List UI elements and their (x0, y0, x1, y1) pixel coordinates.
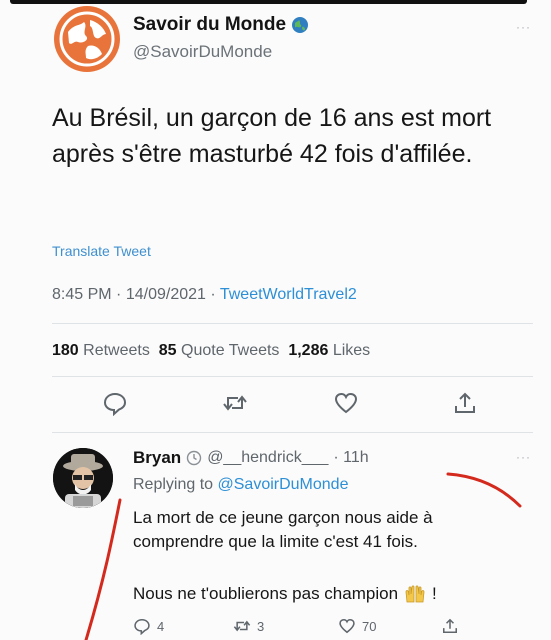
reply-retweet-action[interactable]: 3 (233, 617, 264, 635)
avatar[interactable] (53, 448, 113, 508)
tweet-author[interactable]: Savoir du Monde @SavoirDuMonde (133, 14, 309, 62)
like-icon[interactable] (333, 390, 359, 416)
reply-author-name[interactable]: Bryan (133, 448, 181, 468)
screenshot-frame: Savoir du Monde @SavoirDuMonde ··· Au Br… (0, 0, 551, 640)
meta-separator: · (116, 286, 126, 303)
main-tweet: Savoir du Monde @SavoirDuMonde ··· Au Br… (0, 0, 551, 440)
tweet-actions (0, 390, 551, 416)
share-icon[interactable] (452, 390, 478, 416)
replying-to: Replying to @SavoirDuMonde (133, 476, 348, 494)
translate-tweet-link[interactable]: Translate Tweet (52, 243, 151, 259)
tweet-stats: 180 Retweets 85 Quote Tweets 1,286 Likes (52, 342, 370, 360)
quotes-label[interactable]: Quote Tweets (181, 342, 279, 359)
reply-like-action[interactable]: 70 (338, 617, 376, 635)
author-handle: @SavoirDuMonde (133, 42, 273, 61)
reply-actions: 4 3 70 (133, 617, 463, 639)
tweet-source-link[interactable]: TweetWorldTravel2 (220, 286, 357, 303)
author-name-row: Savoir du Monde (133, 14, 309, 36)
tweet-date: 14/09/2021 (125, 286, 206, 303)
like-icon[interactable] (338, 617, 356, 635)
reply-icon[interactable] (102, 390, 128, 416)
replying-prefix: Replying to (133, 476, 214, 493)
reply-tweet: Bryan @__hendrick___ · 11h ··· Replying … (0, 440, 551, 640)
retweets-count[interactable]: 180 (52, 342, 79, 359)
retweet-icon[interactable] (233, 617, 251, 635)
reply-exclaim: ! (432, 584, 437, 603)
verified-globe-icon (292, 17, 309, 33)
divider (52, 432, 533, 433)
reply-share-action[interactable] (441, 617, 459, 635)
reply-text-line2-row: Nous ne t'oublierons pas champion ! (133, 584, 437, 604)
reply-icon[interactable] (133, 617, 151, 635)
likes-count[interactable]: 1,286 (288, 342, 328, 359)
reply-time: · 11h (333, 449, 369, 466)
retweet-count: 3 (257, 618, 265, 634)
meta-separator: · (210, 286, 220, 303)
tweet-time: 8:45 PM (52, 286, 112, 303)
more-options-icon[interactable]: ··· (516, 20, 531, 34)
reply-author-handle[interactable]: @__hendrick___ (207, 449, 328, 467)
clock-icon (186, 450, 202, 466)
reply-reply-action[interactable]: 4 (133, 617, 164, 635)
more-options-icon[interactable]: ··· (516, 450, 531, 464)
likes-label[interactable]: Likes (333, 342, 370, 359)
retweets-label[interactable]: Retweets (83, 342, 150, 359)
replying-to-link[interactable]: @SavoirDuMonde (218, 476, 349, 493)
raised-hands-emoji-icon (405, 585, 425, 603)
author-name: Savoir du Monde (133, 14, 287, 35)
divider (52, 376, 533, 377)
retweet-icon[interactable] (222, 390, 248, 416)
share-icon[interactable] (441, 617, 459, 635)
divider (52, 323, 533, 324)
globe-avatar-icon[interactable] (54, 6, 120, 72)
reply-count: 4 (157, 618, 165, 634)
quotes-count[interactable]: 85 (159, 342, 177, 359)
reply-text-line2: Nous ne t'oublierons pas champion (133, 584, 399, 603)
tweet-meta: 8:45 PM · 14/09/2021 · TweetWorldTravel2 (52, 286, 357, 304)
reply-header: Bryan @__hendrick___ · 11h (133, 448, 369, 468)
like-count: 70 (362, 618, 377, 634)
reply-text-line1: La mort de ce jeune garçon nous aide à c… (133, 508, 433, 551)
tweet-text: Au Brésil, un garçon de 16 ans est mort … (52, 104, 492, 168)
